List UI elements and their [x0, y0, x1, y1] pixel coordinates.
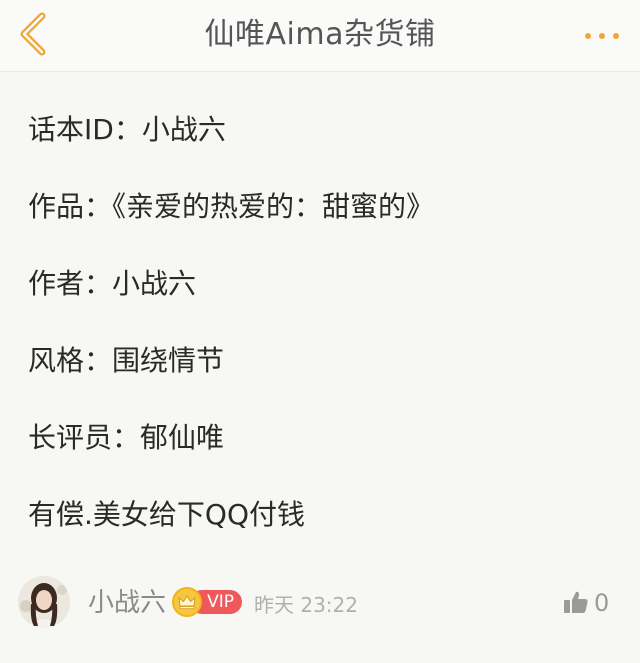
- post-timestamp: 昨天 23:22: [254, 593, 358, 617]
- post-line-work: 作品：《亲爱的热爱的：甜蜜的》: [28, 190, 435, 223]
- post-line-style: 风格：围绕情节: [28, 344, 225, 377]
- author-name[interactable]: 小战六: [88, 586, 166, 620]
- like-count: 0: [594, 589, 610, 617]
- vip-badge: VIP: [172, 587, 242, 617]
- like-button[interactable]: 0: [562, 588, 622, 618]
- crown-icon: [172, 587, 202, 617]
- thumbs-up-icon: [564, 591, 588, 613]
- page-title: 仙唯Aima杂货铺: [204, 17, 436, 52]
- post-content: 话本ID：小战六 作品：《亲爱的热爱的：甜蜜的》 作者：小战六 风格：围绕情节 …: [28, 112, 628, 533]
- post-line-story-id: 话本ID：小战六: [28, 113, 226, 146]
- post-line-note: 有偿.美女给下QQ付钱: [28, 498, 305, 531]
- avatar-image: [18, 576, 70, 628]
- avatar[interactable]: [18, 576, 70, 628]
- post-line-reviewer: 长评员：郁仙唯: [28, 421, 225, 454]
- more-dots-icon: [585, 33, 619, 39]
- top-navigation-bar: 仙唯Aima杂货铺: [0, 0, 640, 72]
- post-footer: 小战六 VIP 昨天 23:22 0: [0, 576, 640, 632]
- post-line-author: 作者：小战六: [28, 267, 197, 300]
- more-options-button[interactable]: [582, 26, 622, 46]
